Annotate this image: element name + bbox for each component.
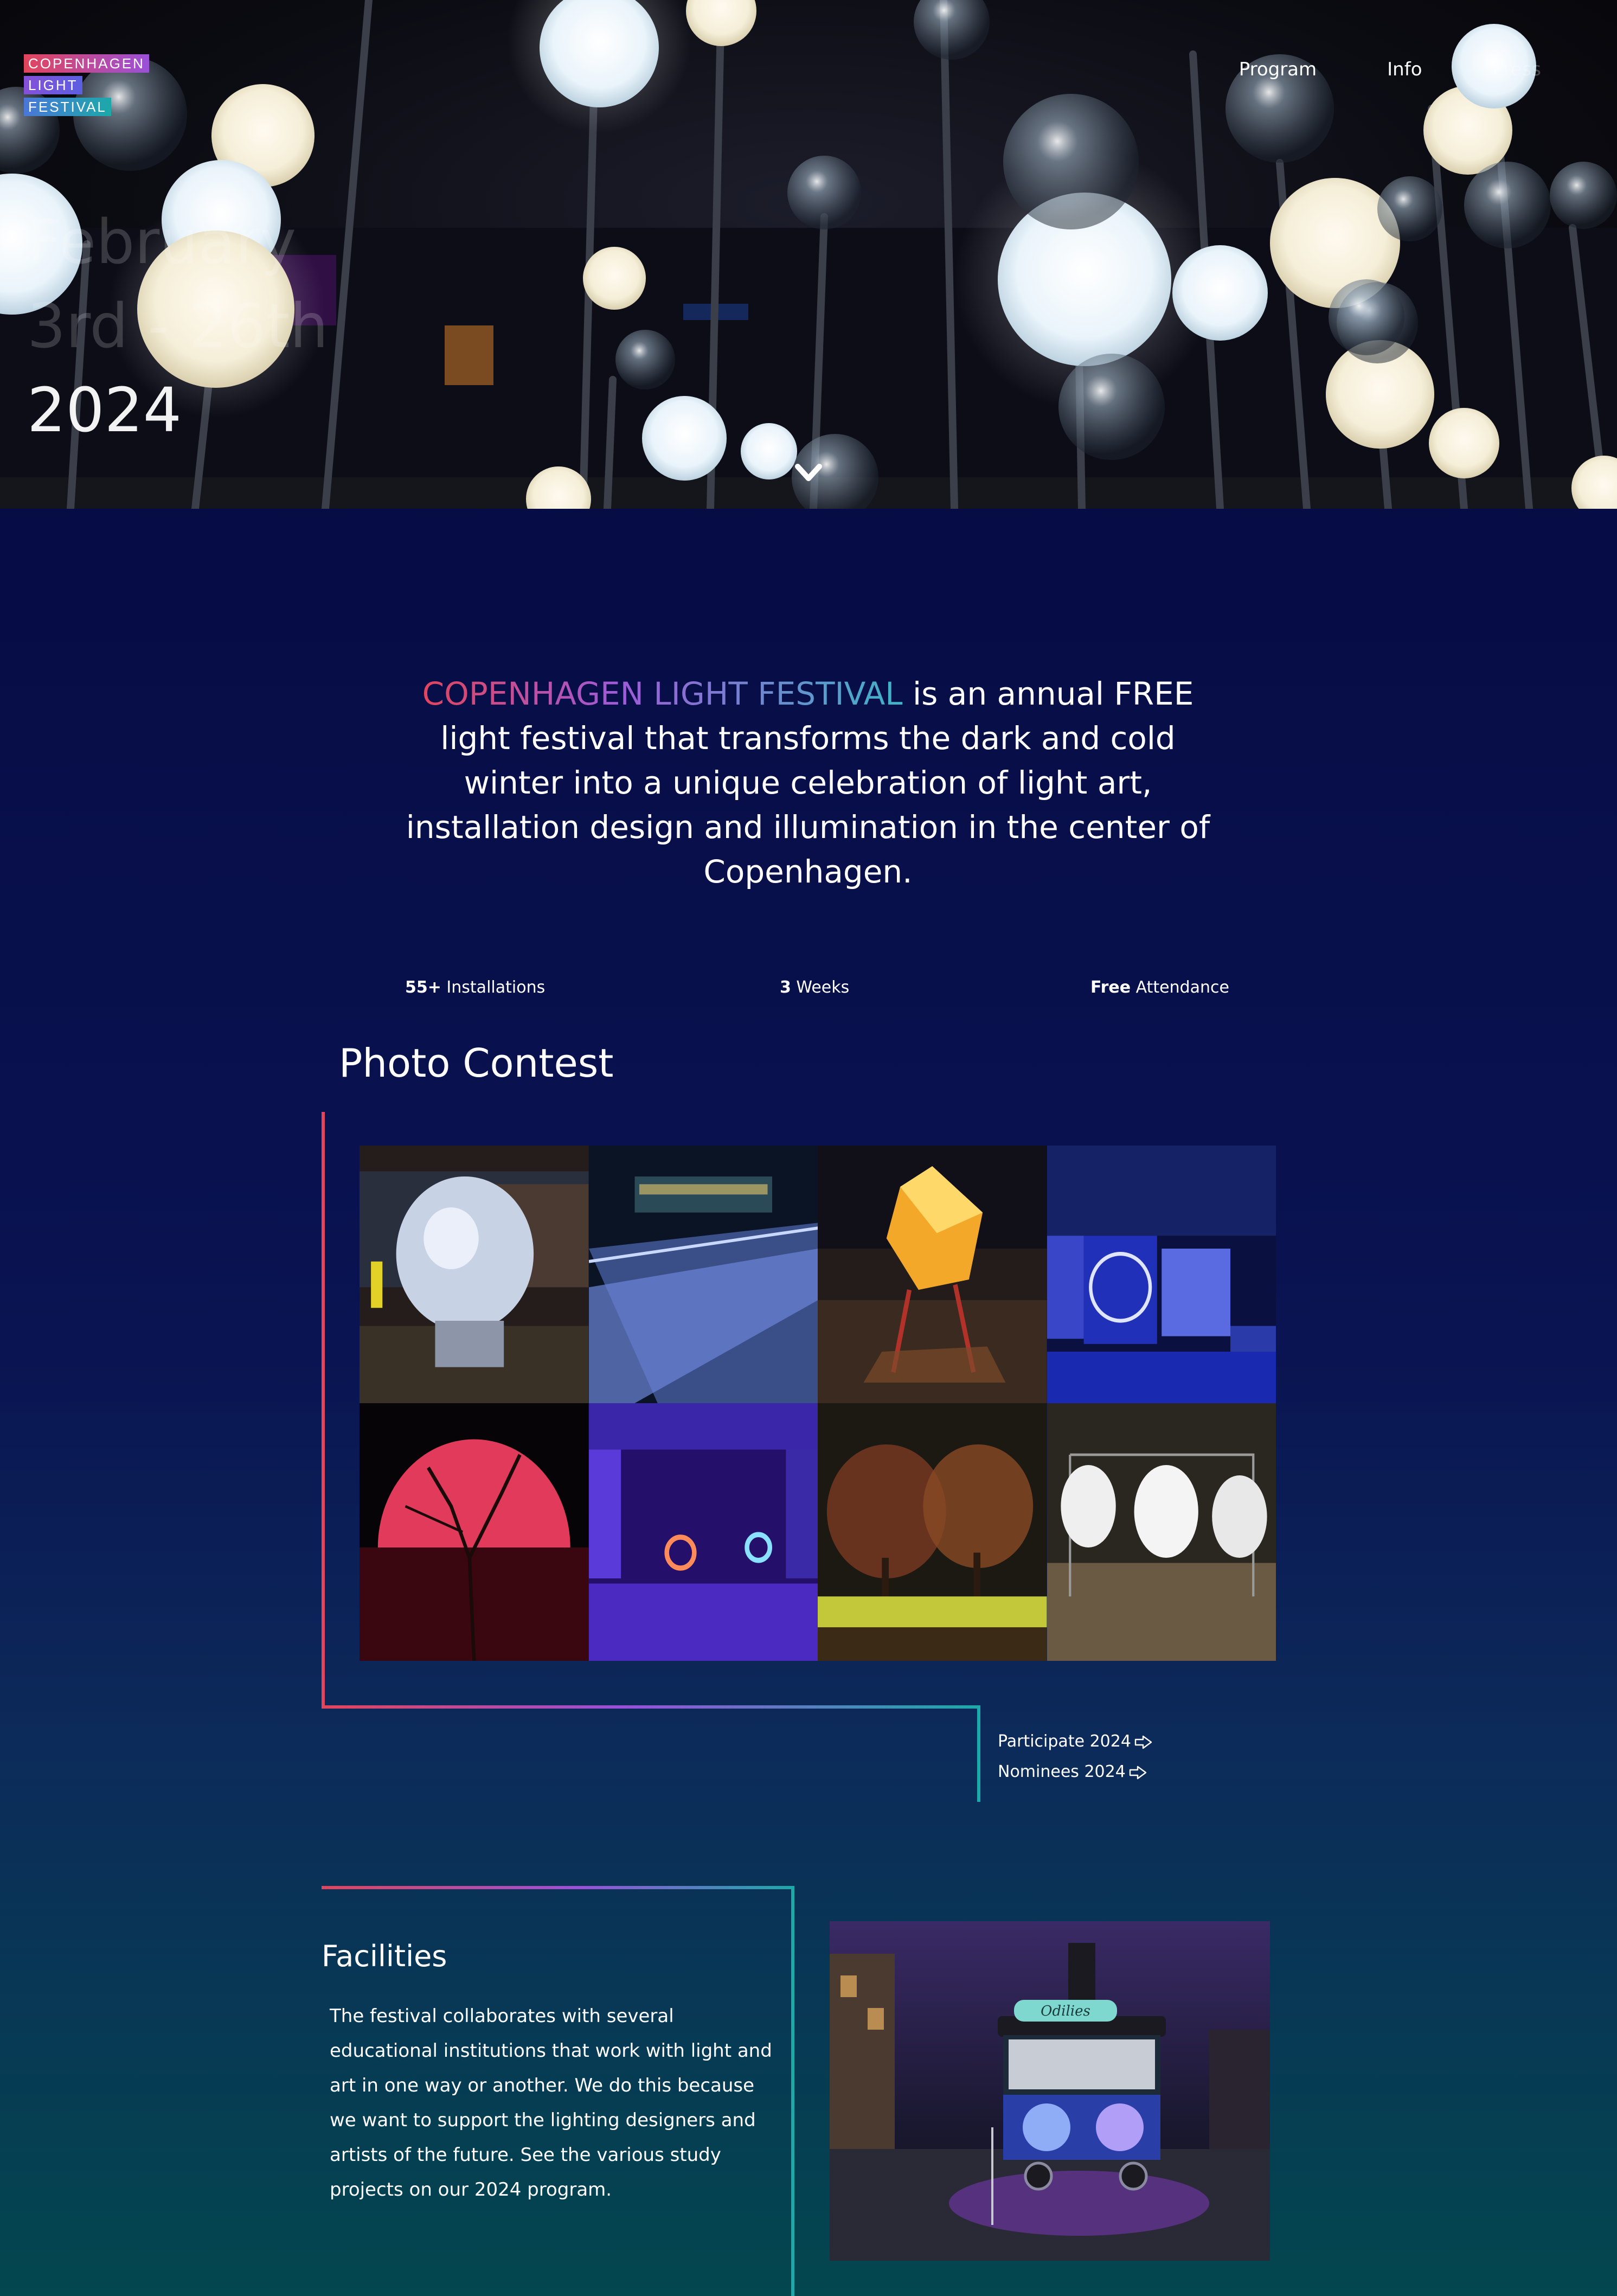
photo-contest-links: Participate 2024 Nominees 2024	[998, 1726, 1153, 1787]
gallery-photo-white-sculptures[interactable]	[1047, 1403, 1276, 1661]
gallery-photo-purple-arcade[interactable]	[588, 1403, 818, 1661]
gallery-photo-golden-cube[interactable]	[818, 1146, 1047, 1403]
gallery-photo-illuminated-bridge[interactable]	[588, 1146, 818, 1403]
gallery-photo-blue-panels[interactable]	[1047, 1146, 1276, 1403]
gallery-photo-mirror-sphere[interactable]	[360, 1146, 589, 1403]
gallery-photo-lit-trees[interactable]	[818, 1403, 1047, 1661]
facilities-description: The festival collaborates with several e…	[330, 2005, 772, 2201]
facilities-title: Facilities	[322, 1939, 447, 1973]
nominees-link-label: Nominees 2024	[998, 1762, 1126, 1781]
arrow-right-icon	[1134, 1735, 1152, 1749]
facilities-food-cart-photo: Odilies	[830, 1921, 1270, 2261]
photo-contest-gallery	[360, 1146, 1276, 1661]
nominees-link[interactable]: Nominees 2024	[998, 1757, 1153, 1787]
gallery-photo-red-moon[interactable]	[360, 1403, 589, 1661]
food-cart-sign-text: Odilies	[1041, 2003, 1090, 2019]
participate-link-label: Participate 2024	[998, 1732, 1131, 1751]
participate-link[interactable]: Participate 2024	[998, 1726, 1153, 1757]
arrow-right-icon	[1129, 1766, 1146, 1780]
